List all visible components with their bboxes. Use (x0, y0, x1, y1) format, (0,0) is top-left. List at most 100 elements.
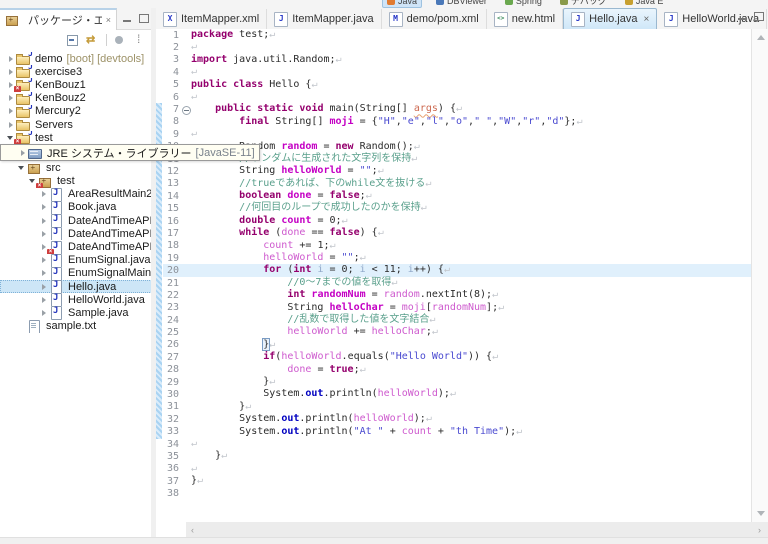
code-line-9: 9 ↵ (163, 128, 752, 140)
chevron-collapsed-icon[interactable] (39, 202, 49, 212)
tree-item-sample.txt[interactable]: sample.txt (0, 319, 168, 333)
perspective-button-Spring[interactable]: Spring (501, 0, 546, 7)
tree-item-KenBouz2[interactable]: J KenBouz2 (0, 92, 157, 105)
tree-item-JRE-[interactable]: JRE システム・ライブラリー [JavaSE-11] (0, 144, 260, 162)
tree-item-label: Servers (35, 118, 73, 131)
chevron-collapsed-icon[interactable] (6, 106, 16, 116)
java-file-icon: J (274, 11, 289, 27)
line-number: 31 (166, 401, 179, 413)
fold-marker-icon[interactable] (182, 104, 191, 116)
fold-column (182, 240, 191, 252)
scroll-up-icon[interactable] (757, 35, 765, 40)
lib-icon (28, 146, 43, 160)
maximize-view-button[interactable] (138, 14, 149, 23)
chevron-collapsed-icon[interactable] (39, 255, 49, 265)
chevron-collapsed-icon[interactable] (39, 308, 49, 318)
java-letter-badge: J (28, 131, 33, 138)
maximize-editor-button[interactable] (753, 12, 764, 21)
tree-item-test[interactable]: J × test (0, 131, 157, 145)
fold-column (182, 66, 191, 78)
code-line-26: 26 }↵ (163, 337, 752, 351)
scroll-left-icon[interactable]: ‹ (191, 525, 194, 535)
view-close-icon[interactable]: × (106, 15, 111, 25)
editor-tab-ItemMapper.xml[interactable]: X ItemMapper.xml (156, 9, 268, 29)
minimize-editor-button[interactable] (737, 12, 748, 21)
jproj2-icon: J (16, 65, 33, 79)
perspective-button-デバッグ[interactable]: デバッグ (556, 0, 611, 8)
line-number: 9 (172, 128, 179, 140)
fold-column (182, 339, 191, 351)
chevron-collapsed-icon[interactable] (39, 229, 49, 239)
editor-horizontal-scrollbar[interactable]: ‹ › (186, 522, 768, 537)
jfile-icon: J (49, 280, 64, 294)
chevron-collapsed-icon[interactable] (39, 268, 49, 278)
java-letter-badge: J (53, 253, 59, 264)
scroll-down-icon[interactable] (757, 511, 765, 516)
line-number: 23 (166, 302, 179, 314)
collapse-all-icon[interactable] (66, 33, 80, 47)
perspective-button-DBViewer[interactable]: DBViewer (432, 0, 491, 7)
code-line-27: 27 if(helloWorld.equals("Hello World")) … (163, 351, 752, 363)
code-line-29: 29 }↵ (163, 376, 752, 388)
chevron-collapsed-icon[interactable] (6, 54, 16, 64)
code-line-1: 1 package test;↵ (163, 29, 752, 41)
chevron-collapsed-icon[interactable] (39, 216, 49, 226)
tree-item-label: test (35, 131, 53, 144)
code-text: }↵ (191, 400, 252, 412)
chevron-collapsed-icon[interactable] (6, 120, 16, 130)
fold-column (182, 265, 191, 277)
fold-column (182, 302, 191, 314)
tree-item-exercise3[interactable]: Jexercise3 (0, 65, 157, 79)
code-text: System.out.println("At " + count + "th T… (191, 425, 523, 437)
focus-icon[interactable] (113, 33, 127, 47)
fold-column (182, 426, 191, 438)
code-editor[interactable]: 1 package test;↵ 2 ↵ 3 import java.util.Rando… (156, 29, 752, 522)
tree-item-demo[interactable]: Jdemo [boot] [devtools] (0, 52, 157, 66)
editor-tab-new.html[interactable]: <> new.html (487, 9, 564, 29)
code-line-24: 24 //乱数で取得した値を文字結合↵ (163, 314, 752, 326)
view-menu-icon[interactable] (133, 32, 147, 47)
fold-column (182, 438, 191, 450)
chevron-collapsed-icon[interactable] (39, 282, 49, 292)
scroll-right-icon[interactable]: › (758, 525, 761, 535)
chevron-collapsed-icon[interactable] (18, 148, 28, 158)
fold-column (182, 165, 191, 177)
editor-tab-Hello.java[interactable]: J Hello.java × (563, 8, 658, 29)
tree-item-Servers[interactable]: Servers (0, 118, 157, 132)
code-line-38: 38 (163, 487, 752, 499)
perspective-button-Java E[interactable]: Java E (621, 0, 668, 7)
tree-item-label: KenBouz2 (35, 92, 86, 105)
tree-item-KenBouz1[interactable]: J × KenBouz1 (0, 78, 157, 92)
tab-close-icon[interactable]: × (643, 14, 649, 25)
package-explorer-title: パッケージ・エクス... (28, 14, 102, 27)
chevron-expanded-icon[interactable] (17, 163, 27, 173)
perspective-button-Java[interactable]: Java (382, 0, 423, 8)
line-number: 8 (172, 116, 179, 128)
jfile-icon: J × (47, 240, 64, 254)
tree-item-Mercury2[interactable]: J Mercury2 (0, 105, 157, 118)
jproj2-icon: J (16, 105, 33, 118)
fold-column (182, 463, 191, 475)
editor-tab-ItemMapper.java[interactable]: J ItemMapper.java (267, 9, 382, 29)
link-with-editor-icon[interactable] (86, 33, 100, 47)
code-text: package test;↵ (191, 29, 276, 40)
package-explorer-view-tab[interactable]: パッケージ・エクス... × (0, 7, 117, 30)
fold-column (182, 327, 191, 339)
line-number: 12 (166, 165, 179, 177)
no-chevron (17, 321, 27, 331)
txt-icon (27, 319, 42, 333)
editor-tab-demo-pom.xml[interactable]: Mdemo/pom.xml (382, 9, 487, 29)
chevron-collapsed-icon[interactable] (6, 67, 16, 77)
editor-vertical-scrollbar[interactable] (751, 29, 768, 522)
chevron-collapsed-icon[interactable] (6, 93, 16, 103)
chevron-collapsed-icon[interactable] (39, 189, 49, 199)
line-number: 26 (166, 339, 179, 351)
fold-column (182, 79, 191, 91)
line-number: 27 (166, 351, 179, 363)
minimize-view-button[interactable] (122, 14, 133, 23)
code-text: boolean done = false;↵ (239, 190, 372, 202)
chevron-collapsed-icon[interactable] (39, 295, 49, 305)
tree-item-src[interactable]: src (0, 161, 168, 175)
java-letter-badge: J (28, 52, 33, 59)
java-letter-badge: J (53, 200, 59, 211)
